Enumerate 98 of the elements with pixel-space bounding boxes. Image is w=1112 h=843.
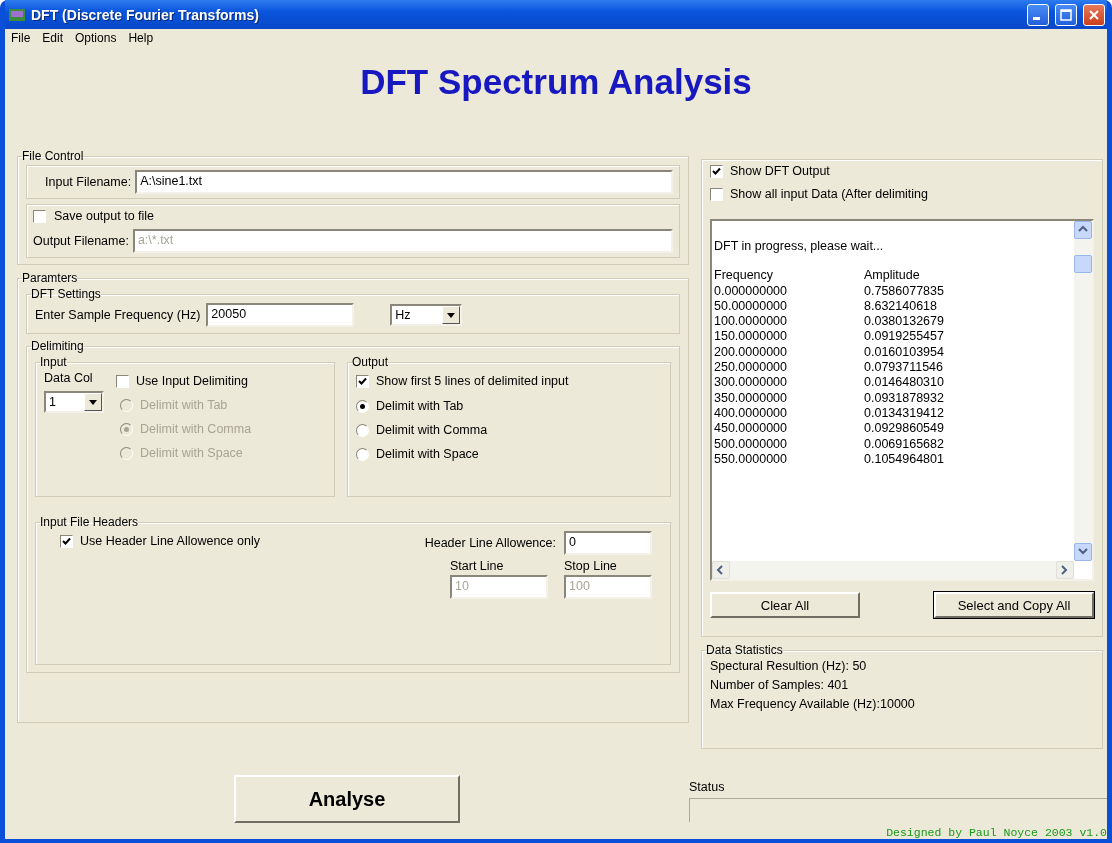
statistic-text: Number of Samples: 401 <box>710 678 850 692</box>
close-icon <box>1088 8 1100 21</box>
caret-icon <box>447 312 456 318</box>
horizontal-scrollbar[interactable] <box>712 561 1074 579</box>
field-label: Output Filename: <box>33 234 129 248</box>
scroll-up-button[interactable] <box>1074 221 1092 239</box>
select-copy-button[interactable]: Select and Copy All <box>934 592 1094 618</box>
log-value: 150.0000000 <box>714 329 788 345</box>
analyse-button[interactable]: Analyse <box>234 775 460 823</box>
menu-item[interactable]: Options <box>75 31 117 47</box>
close-button[interactable] <box>1083 3 1105 26</box>
log-value: 350.0000000 <box>714 390 788 406</box>
app-icon <box>9 6 25 23</box>
column-header: Frequency <box>714 268 775 284</box>
log-message: DFT in progress, please wait... <box>714 239 885 255</box>
field-label: Stop Line <box>564 559 618 573</box>
log-value: 0.0146480310 <box>864 375 945 391</box>
log-value: 450.0000000 <box>714 421 788 437</box>
checkbox-label: Show first 5 lines of delimited input <box>376 374 569 388</box>
vertical-scrollbar[interactable] <box>1074 221 1092 561</box>
radio-label: Delimit with Tab <box>140 398 228 412</box>
scroll-down-button[interactable] <box>1074 543 1092 561</box>
minimize-icon <box>1033 17 1040 20</box>
scroll-thumb[interactable] <box>1074 255 1092 273</box>
field-label: Input Filename: <box>45 175 132 189</box>
app-heading: DFT Spectrum Analysis <box>359 61 753 103</box>
checkbox[interactable] <box>710 187 723 201</box>
log-value: 550.0000000 <box>714 451 788 468</box>
checkbox[interactable] <box>60 534 73 548</box>
statistic-text: Max Frequency Available (Hz):10000 <box>710 697 916 711</box>
group-title: Input <box>40 355 67 369</box>
field-label: Start Line <box>450 559 505 573</box>
group-title: Data Statistics <box>706 643 783 657</box>
radio-button[interactable] <box>356 399 369 413</box>
menu-item[interactable]: Edit <box>42 31 64 47</box>
checkbox-label: Use Input Delimiting <box>136 374 248 388</box>
scroll-left-button[interactable] <box>712 561 730 579</box>
sample-frequency-field[interactable]: 20050 <box>206 303 355 327</box>
header-allowance-field[interactable]: 0 <box>564 531 652 555</box>
log-value: 0.0919255457 <box>864 329 945 345</box>
log-value: 0.0069165682 <box>864 436 945 452</box>
log-value: 0.0160103954 <box>864 344 945 361</box>
log-value: 0.0929860549 <box>864 421 945 437</box>
log-value: 0.1054964801 <box>864 451 945 468</box>
status-label: Status <box>689 780 726 794</box>
log-value: 250.0000000 <box>714 360 788 376</box>
data-column-dropdown[interactable]: 1 <box>44 391 104 413</box>
unit-dropdown[interactable]: Hz <box>390 304 463 326</box>
menu-item[interactable]: Help <box>128 31 154 47</box>
log-value: 0.0931878932 <box>864 390 945 406</box>
log-value: 0.000000000 <box>714 283 788 299</box>
minimize-button[interactable] <box>1027 3 1049 26</box>
field-label: Data Col <box>44 371 94 385</box>
radio-label: Delimit with Space <box>376 447 479 461</box>
log-value: 400.0000000 <box>714 405 788 422</box>
checkbox-label: Show DFT Output <box>730 164 830 178</box>
input-filename-field[interactable]: A:\sine1.txt <box>135 170 673 194</box>
column-header: Amplitude <box>864 268 921 284</box>
radio-label: Delimit with Comma <box>376 423 488 437</box>
log-value: 8.632140618 <box>864 298 938 315</box>
group-title: DFT Settings <box>31 287 101 301</box>
statistic-text: Spectural Resultion (Hz): 50 <box>710 659 868 673</box>
field-label: Header Line Allowence: <box>424 536 556 550</box>
group-title: Output <box>352 355 389 369</box>
radio-label: Delimit with Space <box>140 446 243 460</box>
field-label: Enter Sample Frequency (Hz) <box>35 308 201 322</box>
checkbox[interactable] <box>33 209 46 223</box>
radio-label: Delimit with Comma <box>140 422 252 436</box>
group-title: Paramters <box>22 271 78 285</box>
checkbox[interactable] <box>116 374 129 388</box>
group-title: Delimiting <box>31 339 84 353</box>
checkbox[interactable] <box>356 374 369 388</box>
credit-text: Designed by Paul Noyce 2003 v1.0 <box>885 826 1107 839</box>
group-title: Input File Headers <box>40 515 139 529</box>
log-value: 300.0000000 <box>714 375 788 391</box>
caret-icon <box>89 399 97 405</box>
log-value: 50.00000000 <box>714 298 788 315</box>
maximize-icon <box>1060 8 1072 21</box>
log-value: 0.7586077835 <box>864 283 945 299</box>
radio-label: Delimit with Tab <box>376 399 464 413</box>
checkbox-label: Use Header Line Allowence only <box>80 534 260 548</box>
menu-item[interactable]: File <box>11 31 31 47</box>
group-title: File Control <box>22 149 84 163</box>
log-value: 0.0134319412 <box>864 405 945 422</box>
checkbox-label: Show all input Data (After delimiting <box>730 187 928 201</box>
radio-button[interactable] <box>356 447 369 461</box>
clear-all-button[interactable]: Clear All <box>710 592 860 618</box>
checkbox[interactable] <box>710 164 723 178</box>
log-value: 200.0000000 <box>714 344 788 361</box>
log-value: 0.0793711546 <box>864 360 945 376</box>
log-value: 0.0380132679 <box>864 314 945 330</box>
scroll-right-button[interactable] <box>1056 561 1074 579</box>
window-title: DFT (Discrete Fourier Transforms) <box>31 6 260 23</box>
log-value: 500.0000000 <box>714 436 788 452</box>
radio-button[interactable] <box>356 423 369 437</box>
log-value: 100.0000000 <box>714 314 788 330</box>
maximize-button[interactable] <box>1055 3 1077 26</box>
checkbox-label: Save output to file <box>54 209 155 223</box>
